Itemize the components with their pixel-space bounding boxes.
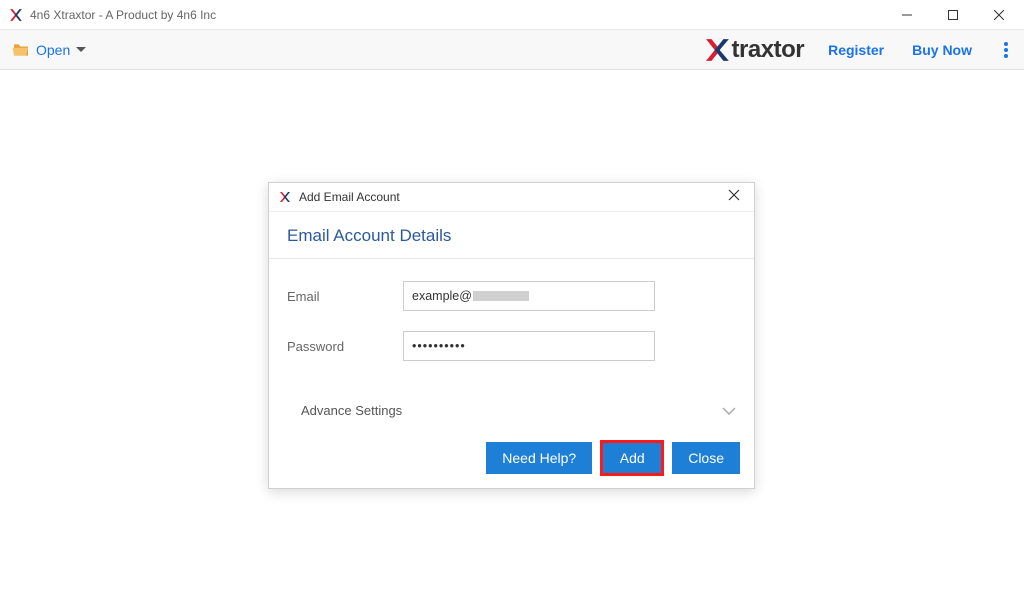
dialog-app-icon (279, 190, 293, 204)
open-label: Open (36, 42, 70, 58)
menu-button[interactable] (1000, 38, 1012, 62)
close-window-button[interactable] (976, 0, 1022, 30)
redacted-text (473, 291, 529, 301)
password-row: Password (287, 331, 736, 361)
chevron-down-icon (76, 47, 86, 53)
buy-now-link[interactable]: Buy Now (912, 42, 972, 58)
password-label: Password (287, 339, 403, 354)
email-label: Email (287, 289, 403, 304)
content-area: Add Email Account Email Account Details … (0, 70, 1024, 605)
register-link[interactable]: Register (828, 42, 884, 58)
add-email-account-dialog: Add Email Account Email Account Details … (268, 182, 755, 489)
dialog-close-button[interactable] (724, 189, 744, 205)
open-button[interactable]: Open (12, 42, 86, 58)
email-field[interactable]: example@ (403, 281, 655, 311)
main-toolbar: Open traxtor Register Buy Now (0, 30, 1024, 70)
brand-text: traxtor (732, 36, 805, 64)
window-titlebar: 4n6 Xtraxtor - A Product by 4n6 Inc (0, 0, 1024, 30)
dialog-titlebar: Add Email Account (269, 183, 754, 212)
window-controls (884, 0, 1022, 30)
email-row: Email example@ (287, 281, 736, 311)
need-help-button[interactable]: Need Help? (486, 442, 592, 474)
advance-settings-label: Advance Settings (301, 403, 402, 418)
chevron-down-icon (722, 403, 736, 418)
window-title: 4n6 Xtraxtor - A Product by 4n6 Inc (30, 8, 884, 22)
close-button[interactable]: Close (672, 442, 740, 474)
dialog-heading: Email Account Details (287, 226, 736, 246)
app-icon (8, 7, 24, 23)
dialog-header: Email Account Details (269, 212, 754, 259)
brand-logo: traxtor (704, 36, 805, 64)
maximize-button[interactable] (930, 0, 976, 30)
password-field[interactable] (403, 331, 655, 361)
minimize-button[interactable] (884, 0, 930, 30)
folder-icon (12, 43, 30, 57)
dialog-body: Email example@ Password (269, 259, 754, 391)
dialog-title: Add Email Account (299, 190, 724, 204)
advance-settings-toggle[interactable]: Advance Settings (269, 391, 754, 432)
add-button[interactable]: Add (602, 442, 662, 474)
dialog-actions: Need Help? Add Close (269, 432, 754, 488)
